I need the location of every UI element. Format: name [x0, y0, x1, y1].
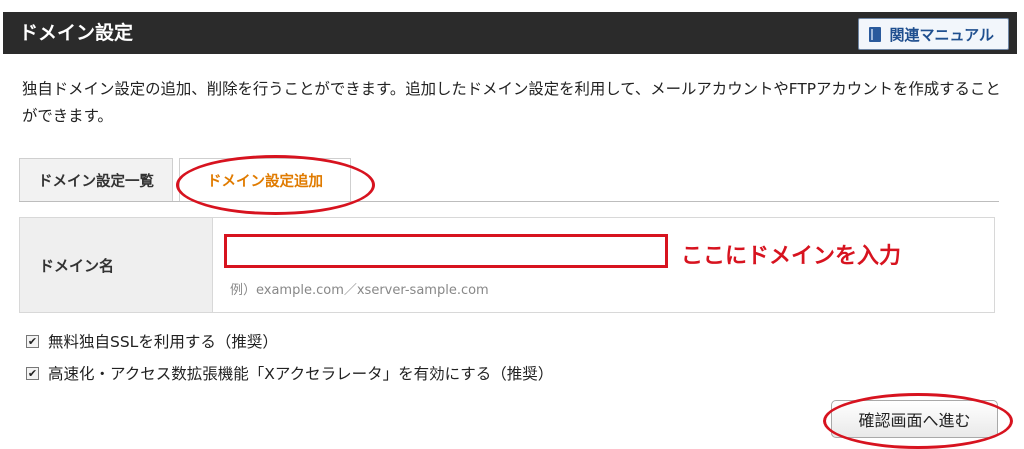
header-bar: ドメイン設定 関連マニュアル	[3, 12, 1017, 54]
x-accelerator-checkbox[interactable]: ✔	[26, 366, 39, 380]
input-annotation: ここにドメインを入力	[681, 244, 902, 269]
related-manual-label: 関連マニュアル	[889, 25, 994, 44]
page-header: ドメイン設定 関連マニュアル	[0, 0, 1024, 60]
page-description: 独自ドメイン設定の追加、削除を行うことができます。追加したドメイン設定を利用して…	[22, 80, 1001, 125]
book-icon	[869, 26, 882, 42]
x-accelerator-label: 高速化・アクセス数拡張機能「Xアクセラレータ」を有効にする（推奨）	[48, 365, 554, 383]
page-title: ドメイン設定	[19, 22, 134, 44]
free-ssl-label: 無料独自SSLを利用する（推奨）	[48, 333, 278, 351]
x-accelerator-option[interactable]: ✔ 高速化・アクセス数拡張機能「Xアクセラレータ」を有効にする（推奨）	[26, 362, 553, 384]
related-manual-button[interactable]: 関連マニュアル	[858, 18, 1009, 50]
domain-name-label: ドメイン名	[39, 256, 115, 275]
free-ssl-checkbox[interactable]: ✔	[26, 334, 39, 348]
tab-divider	[19, 201, 999, 202]
confirm-button[interactable]: 確認画面へ進む	[831, 400, 998, 438]
free-ssl-option[interactable]: ✔ 無料独自SSLを利用する（推奨）	[26, 330, 278, 352]
domain-label-cell: ドメイン名	[20, 218, 213, 312]
tab-domain-add[interactable]: ドメイン設定追加	[179, 158, 351, 202]
domain-name-input[interactable]	[224, 234, 668, 268]
tab-domain-list[interactable]: ドメイン設定一覧	[19, 158, 173, 202]
domain-input-hint: 例）example.com／xserver-sample.com	[230, 283, 489, 298]
